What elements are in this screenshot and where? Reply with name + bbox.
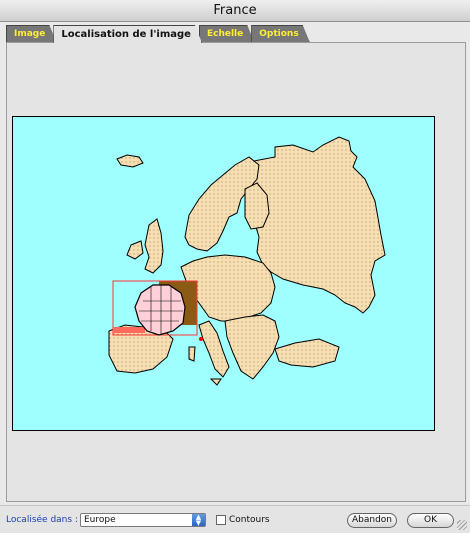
balkans — [224, 314, 280, 380]
tab-bar: Image Localisation de l'image Echelle Op… — [6, 25, 307, 43]
cancel-button[interactable]: Abandon — [347, 513, 397, 528]
sicily — [209, 378, 222, 386]
location-marker — [199, 337, 203, 341]
map-canvas — [108, 136, 386, 386]
highlight-strip — [113, 327, 145, 333]
contours-checkbox[interactable] — [216, 515, 226, 525]
location-select-value: Europe — [84, 515, 116, 525]
tab-options[interactable]: Options — [251, 25, 309, 42]
tab-echelle[interactable]: Echelle — [199, 25, 254, 42]
ok-button[interactable]: OK — [407, 513, 454, 528]
europe-locator-map — [12, 116, 435, 431]
tab-image[interactable]: Image — [6, 25, 56, 42]
great-britain — [144, 218, 164, 274]
window-title: France — [0, 0, 470, 22]
bottom-bar: Localisée dans : Europe ▲ ▼ Contours Aban… — [0, 505, 470, 533]
iceland — [116, 154, 144, 168]
italy — [198, 320, 230, 378]
up-down-arrows-icon: ▲ ▼ — [192, 514, 205, 527]
turkey — [274, 338, 340, 368]
tab-localisation[interactable]: Localisation de l'image — [53, 25, 202, 43]
location-label: Localisée dans : — [6, 515, 78, 525]
sardinia — [188, 346, 196, 362]
ireland — [126, 240, 144, 260]
resize-grip-icon[interactable] — [457, 520, 467, 530]
location-select[interactable]: Europe ▲ ▼ — [80, 513, 206, 527]
contours-label: Contours — [229, 515, 270, 525]
